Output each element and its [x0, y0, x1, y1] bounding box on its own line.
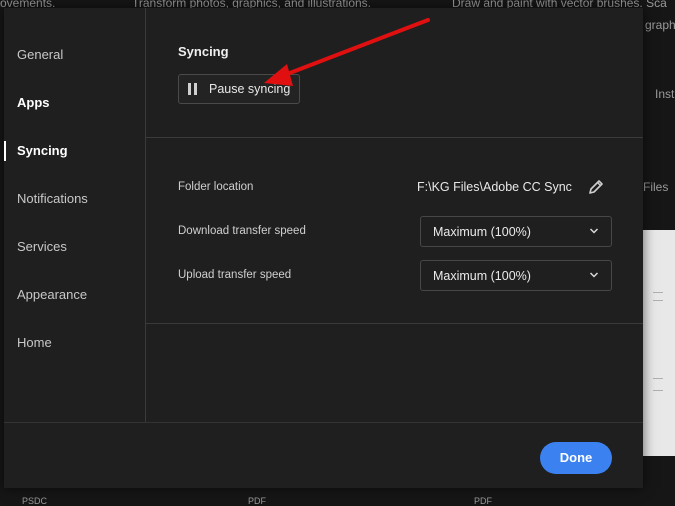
done-button[interactable]: Done: [540, 442, 612, 474]
sidebar-item-general[interactable]: General: [4, 38, 145, 72]
bg-text: graph: [645, 18, 675, 32]
folder-location-label: Folder location: [178, 181, 254, 193]
sidebar-item-home[interactable]: Home: [4, 326, 145, 360]
chevron-down-icon: [589, 272, 599, 278]
bg-text: PDF: [474, 496, 492, 506]
sidebar-item-apps[interactable]: Apps: [4, 86, 145, 120]
bg-text: PSDC: [22, 496, 48, 506]
sidebar-item-appearance[interactable]: Appearance: [4, 278, 145, 312]
bg-text: Files: [643, 180, 669, 194]
section-title: Syncing: [178, 44, 229, 59]
download-speed-select[interactable]: Maximum (100%): [420, 216, 612, 247]
upload-speed-select[interactable]: Maximum (100%): [420, 260, 612, 291]
upload-speed-value: Maximum (100%): [433, 269, 531, 283]
syncing-panel: Syncing Pause syncing Folder location F:…: [146, 8, 643, 422]
download-speed-value: Maximum (100%): [433, 225, 531, 239]
sidebar-item-notifications[interactable]: Notifications: [4, 182, 145, 216]
upload-speed-label: Upload transfer speed: [178, 269, 292, 281]
sidebar-item-syncing[interactable]: Syncing: [4, 134, 145, 168]
pause-syncing-button[interactable]: Pause syncing: [178, 74, 300, 104]
bg-text: Inst: [655, 87, 675, 101]
download-speed-label: Download transfer speed: [178, 225, 306, 237]
bg-text: PDF: [248, 496, 266, 506]
pause-syncing-label: Pause syncing: [209, 82, 291, 96]
chevron-down-icon: [589, 228, 599, 234]
preferences-dialog: General Apps Syncing Notifications Servi…: [4, 8, 643, 488]
pause-icon: [188, 83, 198, 95]
divider: [146, 323, 643, 324]
pencil-icon[interactable]: [588, 179, 604, 195]
sidebar-item-services[interactable]: Services: [4, 230, 145, 264]
divider: [146, 137, 643, 138]
dialog-footer: Done: [4, 422, 643, 488]
preferences-sidebar: General Apps Syncing Notifications Servi…: [4, 8, 146, 422]
folder-location-value: F:\KG Files\Adobe CC Sync: [417, 180, 572, 194]
bg-thumbnail: [643, 230, 675, 456]
